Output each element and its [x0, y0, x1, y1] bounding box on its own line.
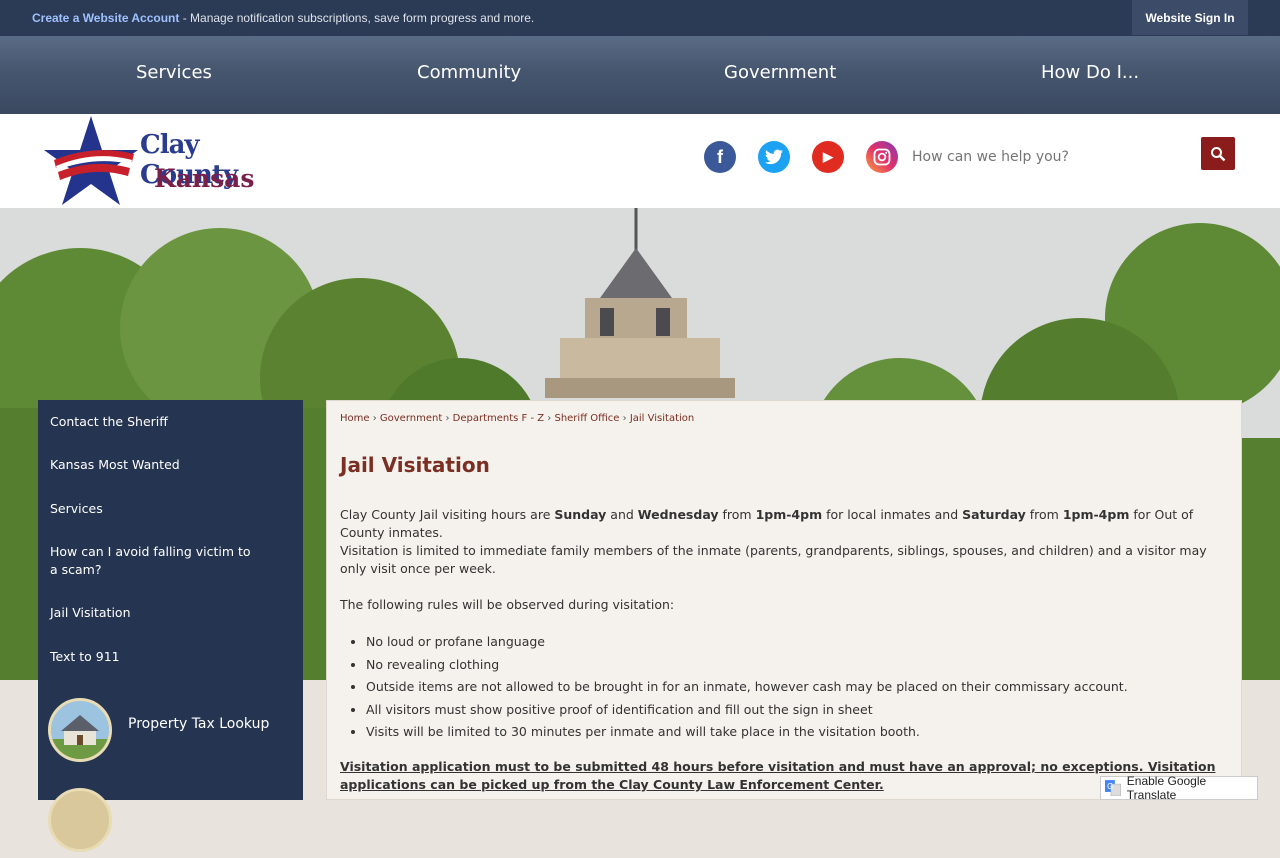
nav-how-do-i[interactable]: How Do I...: [1041, 62, 1139, 83]
main-content: Home › Government › Departments F - Z › …: [326, 400, 1242, 800]
breadcrumb-current[interactable]: Jail Visitation: [630, 413, 694, 424]
twitter-icon[interactable]: [758, 141, 790, 173]
list-item: All visitors must show positive proof of…: [366, 699, 1128, 722]
sidebar-item-jail-visitation[interactable]: Jail Visitation: [50, 604, 290, 622]
create-account-link[interactable]: Create a Website Account: [32, 11, 179, 25]
youtube-icon[interactable]: ▶: [812, 141, 844, 173]
website-signin-button[interactable]: Website Sign In: [1132, 0, 1248, 35]
account-description: - Manage notification subscriptions, sav…: [179, 11, 535, 25]
sidebar-item-most-wanted[interactable]: Kansas Most Wanted: [50, 456, 290, 474]
breadcrumb-government[interactable]: Government: [380, 413, 442, 424]
visitation-limits-paragraph: Visitation is limited to immediate famil…: [340, 543, 1207, 576]
breadcrumb-sheriff-office[interactable]: Sheriff Office: [554, 413, 619, 424]
sidebar-item-contact-sheriff[interactable]: Contact the Sheriff: [50, 413, 290, 431]
list-item: Outside items are not allowed to be brou…: [366, 676, 1128, 699]
quicklink-next[interactable]: [48, 788, 298, 858]
list-item: No loud or profane language: [366, 631, 1128, 654]
search-icon: [1211, 146, 1226, 161]
house-icon: [48, 698, 112, 762]
facebook-icon[interactable]: f: [704, 141, 736, 173]
breadcrumb: Home › Government › Departments F - Z › …: [340, 413, 695, 424]
document-icon: [48, 788, 112, 852]
rules-list: No loud or profane language No revealing…: [340, 631, 1128, 744]
star-logo-icon: [44, 116, 138, 205]
nav-services[interactable]: Services: [136, 62, 212, 83]
site-header: Clay County Kansas f ▶: [0, 114, 1280, 208]
page-title: Jail Visitation: [340, 453, 490, 477]
utility-bar: Create a Website Account - Manage notifi…: [0, 0, 1280, 36]
nav-government[interactable]: Government: [724, 62, 836, 83]
account-notice: Create a Website Account - Manage notifi…: [32, 11, 534, 25]
logo-line2: Kansas: [154, 164, 255, 193]
search-input[interactable]: [910, 141, 1195, 173]
rules-intro: The following rules will be observed dur…: [340, 597, 675, 612]
google-translate-button[interactable]: G Enable Google Translate: [1100, 774, 1258, 802]
instagram-icon[interactable]: [866, 141, 898, 173]
sidebar: Contact the Sheriff Kansas Most Wanted S…: [38, 400, 303, 852]
search-button[interactable]: [1201, 137, 1235, 170]
breadcrumb-home[interactable]: Home: [340, 413, 370, 424]
sidebar-item-scam[interactable]: How can I avoid falling victim to a scam…: [50, 543, 260, 579]
application-notice: Visitation application must to be submit…: [340, 759, 1216, 792]
main-navigation: Services Community Government How Do I..…: [0, 36, 1280, 114]
list-item: Visits will be limited to 30 minutes per…: [366, 721, 1128, 744]
sidebar-item-text-911[interactable]: Text to 911: [50, 648, 290, 666]
quicklink-label: Property Tax Lookup: [128, 716, 270, 732]
breadcrumb-departments[interactable]: Departments F - Z: [453, 413, 544, 424]
google-translate-icon: G: [1105, 780, 1121, 796]
visiting-hours-paragraph: Clay County Jail visiting hours are Sund…: [340, 507, 1194, 540]
translate-label: Enable Google Translate: [1126, 774, 1207, 802]
sidebar-item-services[interactable]: Services: [50, 500, 290, 518]
site-logo[interactable]: Clay County Kansas: [44, 114, 264, 208]
list-item: No revealing clothing: [366, 654, 1128, 677]
quicklink-property-tax[interactable]: Property Tax Lookup: [48, 698, 298, 768]
nav-community[interactable]: Community: [417, 62, 521, 83]
svg-text:G: G: [1107, 782, 1113, 791]
